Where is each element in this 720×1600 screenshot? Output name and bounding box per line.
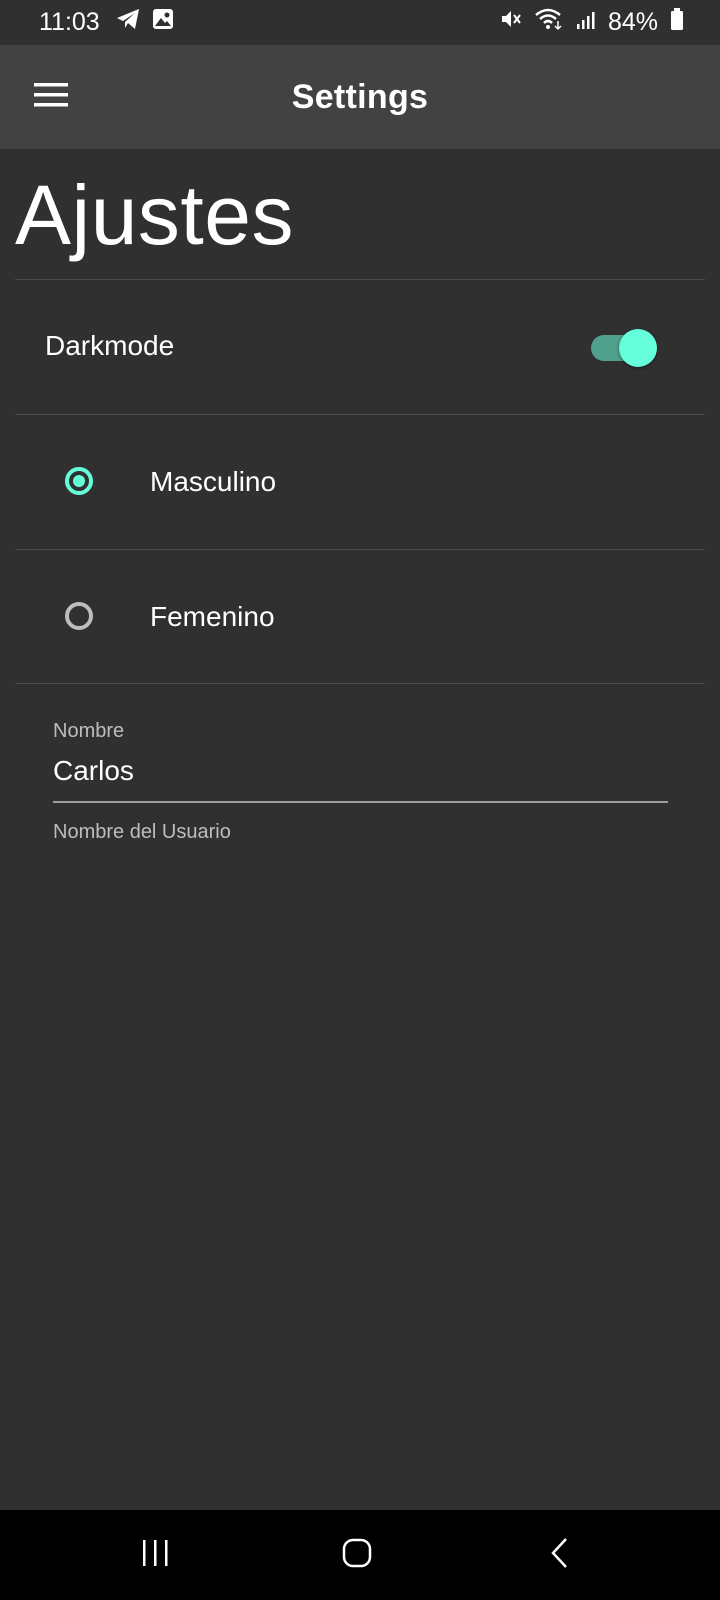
divider bbox=[15, 683, 705, 684]
app-title: Settings bbox=[291, 77, 429, 116]
switch-thumb bbox=[619, 329, 657, 367]
darkmode-switch[interactable] bbox=[589, 329, 657, 367]
mute-icon bbox=[500, 8, 522, 37]
darkmode-label: Darkmode bbox=[45, 330, 175, 361]
name-field-label: Nombre bbox=[53, 720, 125, 742]
app-bar: Settings bbox=[0, 45, 720, 149]
name-field-underline bbox=[53, 801, 668, 803]
battery-percentage: 84% bbox=[607, 8, 658, 36]
radio-button-femenino[interactable] bbox=[65, 602, 93, 630]
home-icon bbox=[341, 1537, 373, 1574]
status-left: 11:03 bbox=[39, 8, 174, 37]
home-button[interactable] bbox=[327, 1530, 387, 1580]
signal-icon bbox=[576, 8, 596, 37]
darkmode-row[interactable]: Darkmode bbox=[15, 280, 705, 410]
name-field-helper: Nombre del Usuario bbox=[53, 821, 231, 843]
telegram-icon bbox=[116, 8, 140, 37]
image-icon bbox=[152, 8, 174, 37]
menu-button[interactable] bbox=[24, 73, 80, 121]
battery-icon bbox=[670, 7, 684, 38]
back-icon bbox=[548, 1536, 572, 1575]
back-button[interactable] bbox=[530, 1530, 590, 1580]
recent-apps-button[interactable] bbox=[125, 1530, 185, 1580]
hamburger-menu-icon bbox=[34, 82, 70, 113]
radio-button-masculino[interactable] bbox=[65, 467, 93, 495]
radio-row-masculino[interactable]: Masculino bbox=[15, 415, 705, 545]
radio-row-femenino[interactable]: Femenino bbox=[15, 550, 705, 680]
status-right: 84% bbox=[500, 7, 684, 38]
name-field[interactable]: Nombre Carlos Nombre del Usuario bbox=[53, 720, 668, 844]
name-input[interactable]: Carlos bbox=[53, 755, 668, 795]
radio-label-femenino: Femenino bbox=[150, 601, 275, 632]
status-bar: 11:03 84% bbox=[0, 0, 720, 45]
system-nav-bar bbox=[0, 1510, 720, 1600]
status-time: 11:03 bbox=[39, 8, 100, 36]
recent-apps-icon bbox=[140, 1538, 170, 1573]
wifi-icon bbox=[534, 7, 564, 38]
radio-label-masculino: Masculino bbox=[150, 466, 277, 497]
page-heading: Ajustes bbox=[15, 168, 294, 262]
